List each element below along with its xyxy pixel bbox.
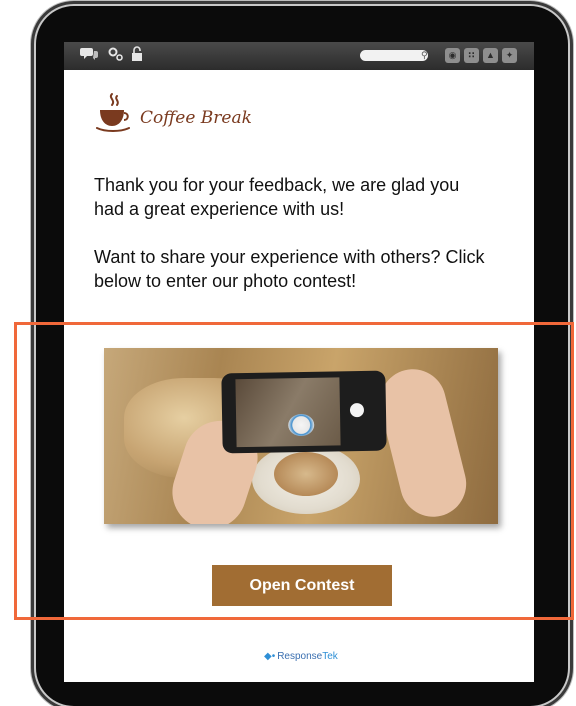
contest-invite-message: Want to share your experience with other… bbox=[94, 247, 485, 291]
coffee-cup-icon bbox=[94, 92, 134, 136]
phone-coffee-icon bbox=[288, 413, 315, 437]
contest-photo bbox=[104, 348, 498, 524]
responsetek-mark-icon: ◆• bbox=[264, 651, 276, 662]
settings-icon[interactable] bbox=[108, 46, 124, 67]
brand-logo-text: Coffee Break bbox=[140, 108, 252, 128]
responsetek-logo: ◆• Response Tek bbox=[264, 651, 338, 662]
camera-shutter-icon bbox=[349, 402, 365, 418]
right-hand bbox=[372, 362, 474, 524]
rss-icon[interactable]: ∷ bbox=[464, 48, 479, 63]
phone-screen bbox=[235, 377, 341, 448]
globe-icon[interactable]: ◉ bbox=[445, 48, 460, 63]
coffee-cup-blur bbox=[274, 452, 338, 496]
chat-icon[interactable] bbox=[80, 46, 98, 66]
brand-main-text: Response bbox=[277, 651, 323, 662]
thumbs-up-icon[interactable]: ▲ bbox=[483, 48, 498, 63]
open-contest-button[interactable]: Open Contest bbox=[212, 565, 392, 606]
tablet-screen: ⚲ ◉ ∷ ▲ ✦ Coffee Break Thank you for you… bbox=[64, 42, 534, 682]
browser-toolbar: ⚲ ◉ ∷ ▲ ✦ bbox=[64, 42, 534, 70]
lock-icon[interactable] bbox=[131, 46, 143, 67]
search-input[interactable] bbox=[360, 50, 428, 61]
twitter-icon[interactable]: ✦ bbox=[502, 48, 517, 63]
brand-accent-text: Tek bbox=[322, 651, 338, 662]
smartphone bbox=[221, 370, 387, 454]
search-icon[interactable]: ⚲ bbox=[421, 48, 428, 62]
thank-you-message: Thank you for your feedback, we are glad… bbox=[94, 175, 460, 219]
